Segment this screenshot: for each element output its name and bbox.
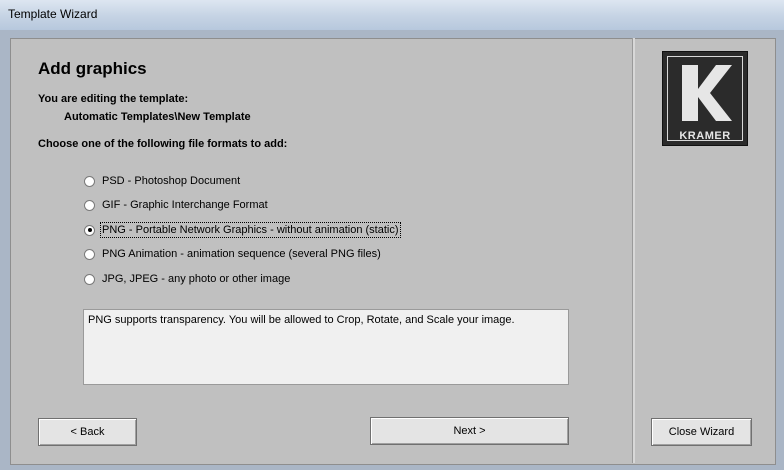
radio-gif[interactable]: [84, 199, 95, 211]
close-wizard-button[interactable]: Close Wizard: [651, 418, 752, 446]
kramer-logo: KRAMER: [662, 51, 748, 146]
window-titlebar[interactable]: Template Wizard: [0, 0, 784, 31]
editing-label: You are editing the template:: [38, 93, 189, 105]
panel-divider: [632, 38, 635, 463]
format-description-box: PNG supports transparency. You will be a…: [83, 309, 569, 385]
option-png-label: PNG - Portable Network Graphics - withou…: [100, 222, 401, 238]
option-png-animation-label: PNG Animation - animation sequence (seve…: [102, 248, 381, 260]
next-button-label: Next >: [453, 425, 486, 437]
back-button[interactable]: < Back: [38, 418, 137, 446]
option-jpg[interactable]: JPG, JPEG - any photo or other image: [84, 271, 291, 287]
next-button[interactable]: Next >: [370, 417, 569, 445]
radio-jpg[interactable]: [84, 273, 95, 285]
option-gif-label: GIF - Graphic Interchange Format: [102, 199, 268, 211]
close-wizard-button-label: Close Wizard: [668, 426, 735, 438]
choose-format-label: Choose one of the following file formats…: [38, 138, 288, 150]
option-psd[interactable]: PSD - Photoshop Document: [84, 173, 241, 189]
option-png[interactable]: PNG - Portable Network Graphics - withou…: [84, 222, 401, 238]
option-jpg-label: JPG, JPEG - any photo or other image: [102, 273, 291, 285]
format-description-text: PNG supports transparency. You will be a…: [88, 314, 515, 326]
page-title: Add graphics: [38, 59, 147, 78]
window-title: Template Wizard: [8, 7, 98, 21]
logo-border: KRAMER: [667, 56, 743, 142]
option-gif[interactable]: GIF - Graphic Interchange Format: [84, 197, 269, 213]
back-button-label: < Back: [70, 426, 105, 438]
radio-psd[interactable]: [84, 175, 95, 187]
logo-text: KRAMER: [679, 130, 731, 142]
option-png-animation[interactable]: PNG Animation - animation sequence (seve…: [84, 246, 382, 262]
option-psd-label: PSD - Photoshop Document: [102, 175, 241, 187]
radio-png[interactable]: [84, 224, 95, 236]
template-path: Automatic Templates\New Template: [64, 111, 251, 123]
k-letter-icon: [682, 65, 732, 121]
radio-png-animation[interactable]: [84, 248, 95, 260]
